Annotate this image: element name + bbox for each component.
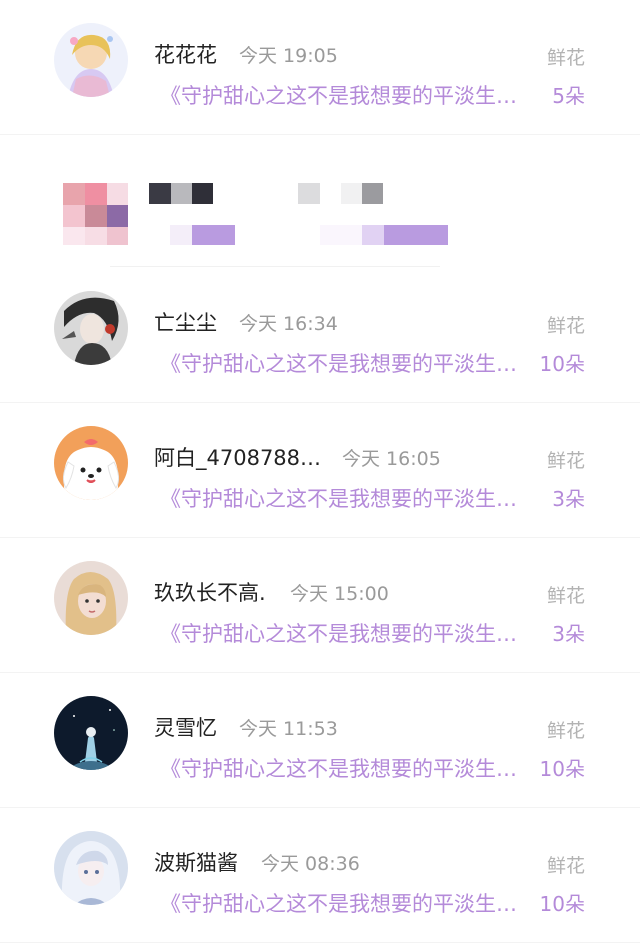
list-item[interactable]: 阿白_47087882... 今天 16:05 鲜花 《守护甜心之这不是我想要的… (0, 403, 640, 538)
list-item[interactable]: 灵雪忆 今天 11:53 鲜花 《守护甜心之这不是我想要的平淡生活》 10朵 (0, 673, 640, 808)
sender-name[interactable]: 玖玖长不高. (154, 580, 266, 606)
gift-count: 5朵 (552, 84, 585, 108)
book-title-link[interactable]: 《守护甜心之这不是我想要的平淡生活》 (160, 351, 530, 377)
send-time: 今天 08:36 (261, 853, 360, 875)
send-time: 今天 11:53 (239, 718, 338, 740)
gift-count: 10朵 (539, 892, 585, 916)
sender-name[interactable]: 亡尘尘 (154, 310, 217, 336)
gift-count: 10朵 (539, 352, 585, 376)
list-item[interactable]: 亡尘尘 今天 16:34 鲜花 《守护甜心之这不是我想要的平淡生活》 10朵 (0, 268, 640, 403)
send-time: 今天 16:05 (342, 448, 441, 470)
avatar[interactable] (54, 426, 128, 500)
gift-count: 3朵 (552, 487, 585, 511)
avatar-photo-girl-icon (54, 561, 128, 635)
gift-record-list: 花花花 今天 19:05 鲜花 《守护甜心之这不是我想要的平淡生活》 5朵 亡尘… (0, 0, 640, 952)
redacted-list-item (0, 133, 640, 268)
gift-type-label: 鲜花 (546, 315, 585, 337)
gift-type-label: 鲜花 (546, 585, 585, 607)
avatar[interactable] (54, 831, 128, 905)
list-item[interactable]: 波斯猫酱 今天 08:36 鲜花 《守护甜心之这不是我想要的平淡生活》 10朵 (0, 808, 640, 943)
list-item[interactable]: 花花花 今天 19:05 鲜花 《守护甜心之这不是我想要的平淡生活》 5朵 (0, 0, 640, 135)
avatar[interactable] (54, 291, 128, 365)
gift-type-label: 鲜花 (546, 450, 585, 472)
send-time: 今天 15:00 (290, 583, 389, 605)
book-title-link[interactable]: 《守护甜心之这不是我想要的平淡生活》 (160, 891, 530, 917)
gift-type-label: 鲜花 (546, 47, 585, 69)
list-item[interactable]: 玖玖长不高. 今天 15:00 鲜花 《守护甜心之这不是我想要的平淡生活》 3朵 (0, 538, 640, 673)
avatar[interactable] (54, 696, 128, 770)
gift-count: 10朵 (539, 757, 585, 781)
avatar-silver-hair-girl-icon (54, 831, 128, 905)
sender-name[interactable]: 花花花 (154, 42, 217, 68)
avatar-night-figure-icon (54, 696, 128, 770)
avatar-anime-girl-icon (54, 23, 128, 97)
book-title-link[interactable]: 《守护甜心之这不是我想要的平淡生活》 (160, 486, 530, 512)
avatar-cartoon-dog-icon (54, 426, 128, 500)
sender-name[interactable]: 阿白_47087882... (154, 445, 329, 471)
book-title-link[interactable]: 《守护甜心之这不是我想要的平淡生活》 (160, 621, 530, 647)
avatar-ink-character-icon (54, 291, 128, 365)
book-title-link[interactable]: 《守护甜心之这不是我想要的平淡生活》 (160, 83, 530, 109)
gift-count: 3朵 (552, 622, 585, 646)
avatar[interactable] (54, 23, 128, 97)
gift-type-label: 鲜花 (546, 720, 585, 742)
book-title-link[interactable]: 《守护甜心之这不是我想要的平淡生活》 (160, 756, 530, 782)
sender-name[interactable]: 波斯猫酱 (154, 850, 238, 876)
avatar[interactable] (54, 561, 128, 635)
send-time: 今天 16:34 (239, 313, 338, 335)
send-time: 今天 19:05 (239, 45, 338, 67)
sender-name[interactable]: 灵雪忆 (154, 715, 217, 741)
gift-type-label: 鲜花 (546, 855, 585, 877)
